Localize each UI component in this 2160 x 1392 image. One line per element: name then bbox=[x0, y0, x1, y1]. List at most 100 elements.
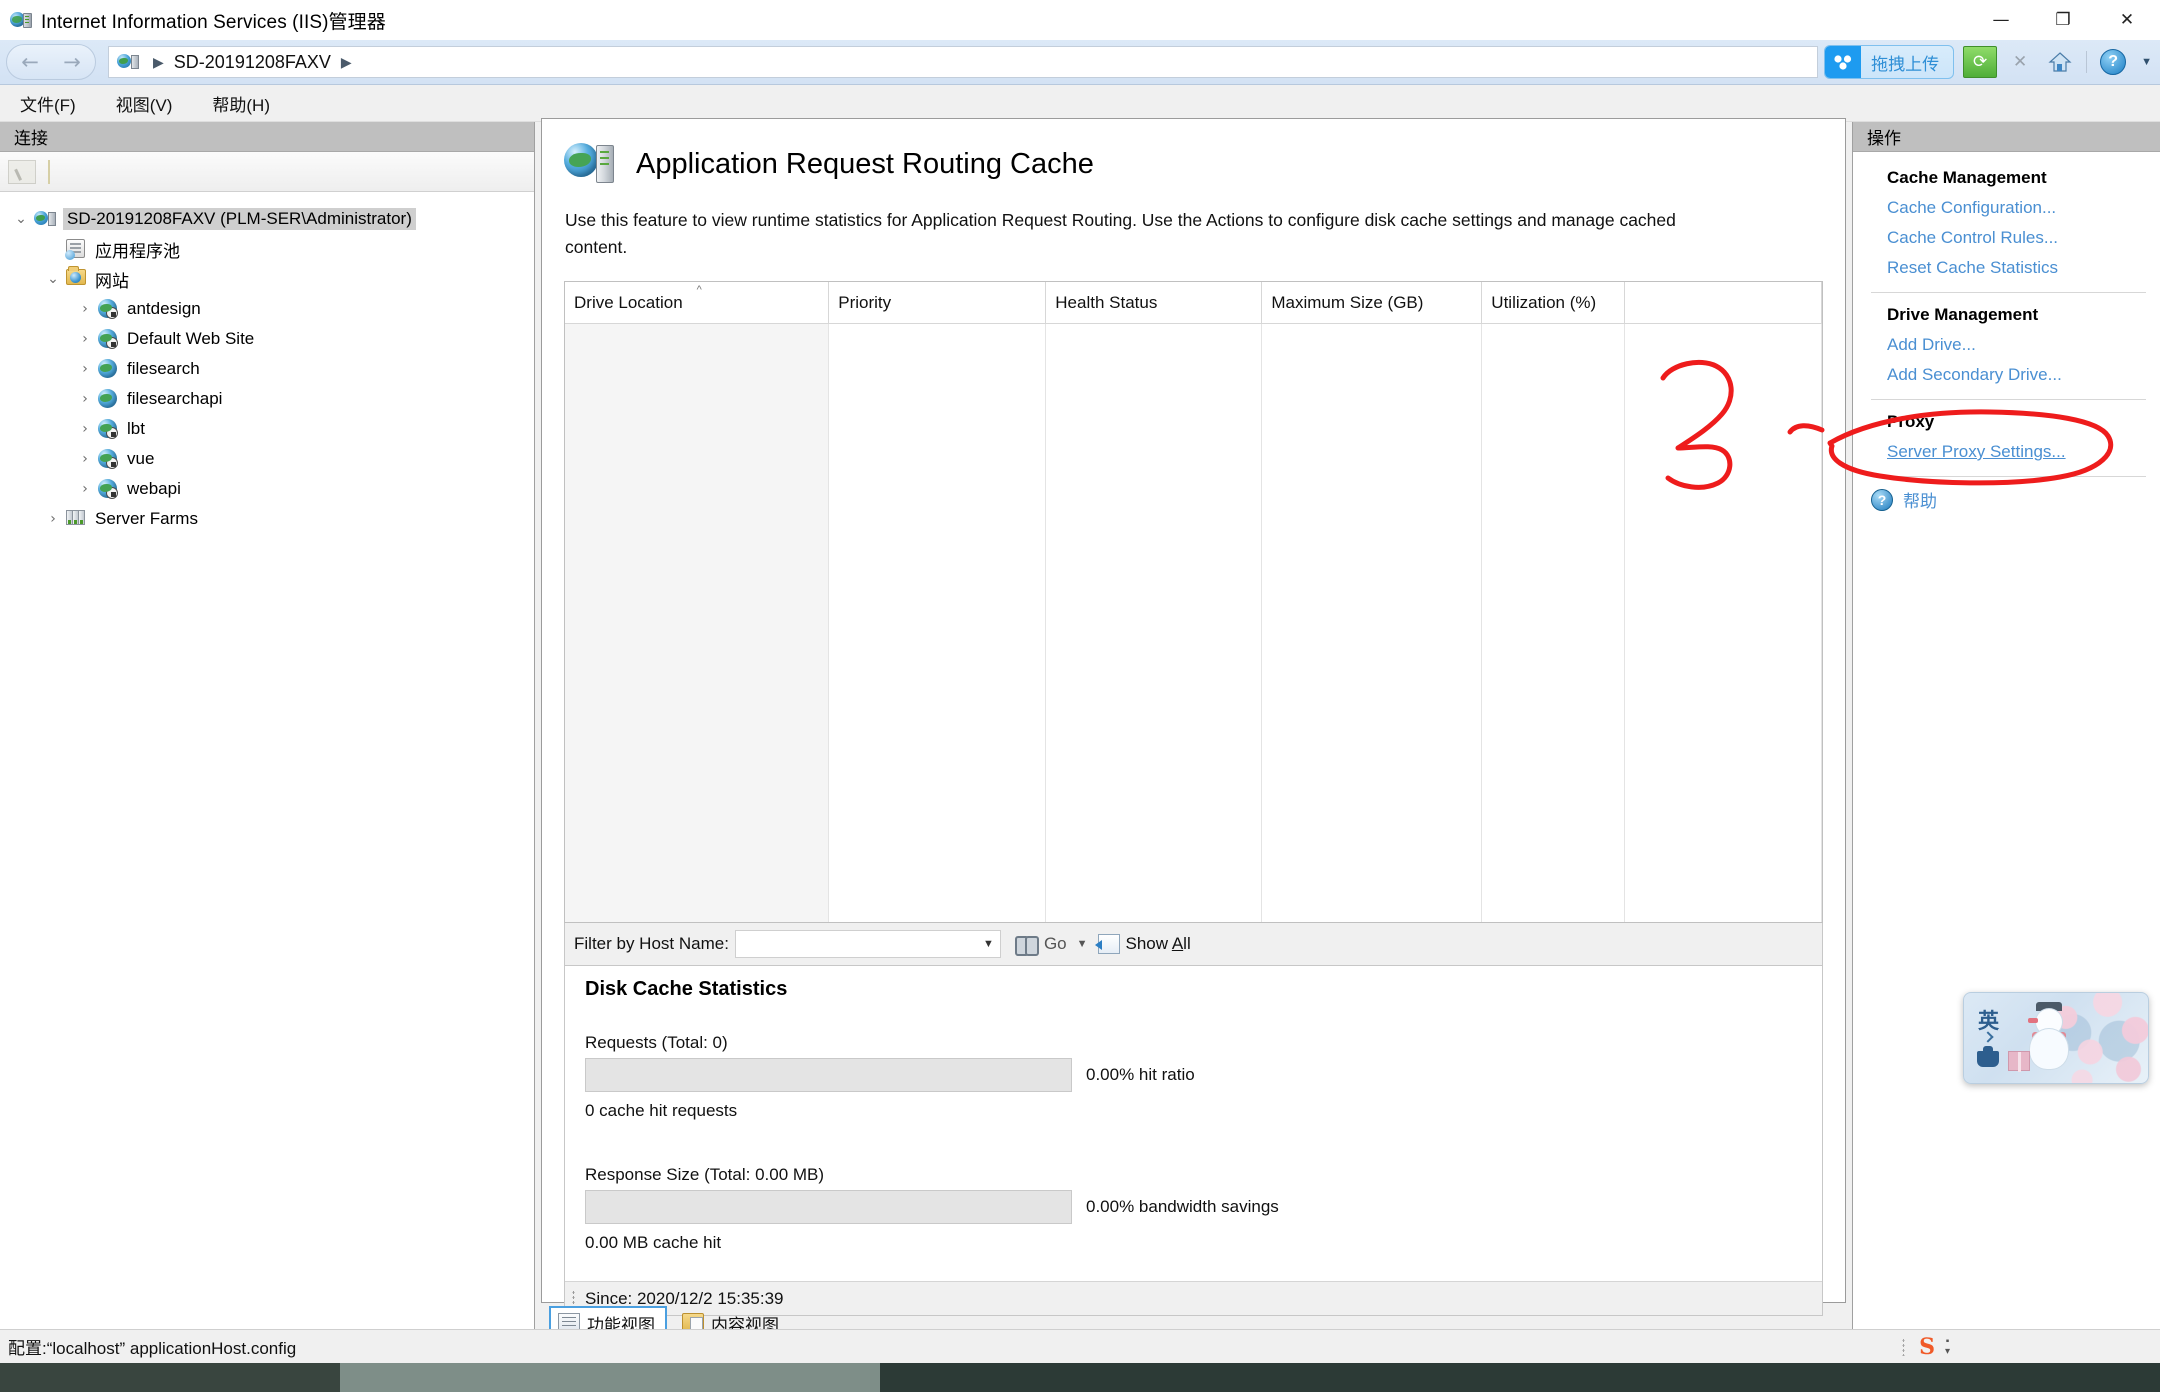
menu-item-file[interactable]: 文件(F) bbox=[20, 91, 76, 116]
menu-item-help[interactable]: 帮助(H) bbox=[212, 91, 270, 116]
response-progress-bar bbox=[585, 1190, 1072, 1225]
show-all-icon bbox=[1094, 934, 1120, 955]
connections-header: 连接 bbox=[0, 122, 534, 152]
server-farms-icon bbox=[66, 509, 88, 529]
close-icon[interactable]: ✕ bbox=[2094, 0, 2160, 40]
maximize-icon[interactable]: ❐ bbox=[2032, 0, 2094, 40]
action-help[interactable]: ? 帮助 bbox=[1853, 483, 2160, 512]
action-link-cache-configuration[interactable]: Cache Configuration... bbox=[1853, 193, 2160, 223]
tree-item-label: lbt bbox=[127, 419, 145, 438]
table-column bbox=[1482, 324, 1626, 923]
sogou-ime-icon[interactable]: S bbox=[1919, 1334, 1935, 1360]
tree-item-server[interactable]: › Server Farms bbox=[0, 504, 534, 534]
breadcrumb[interactable]: ▶ SD-20191208FAXV ▶ bbox=[108, 46, 1819, 78]
gift-box-icon bbox=[2008, 1051, 2030, 1072]
tree-item-label: SD-20191208FAXV (PLM-SER\Administrator) bbox=[63, 208, 416, 230]
cache-hit-size: 0.00 MB cache hit bbox=[585, 1233, 722, 1253]
filter-input[interactable]: ▼ bbox=[734, 930, 1001, 959]
breadcrumb-server[interactable]: SD-20191208FAXV bbox=[174, 52, 331, 73]
ime-mode-label[interactable]: 英 bbox=[1978, 1005, 1999, 1035]
status-tray: S ▪ ▾ bbox=[1902, 1330, 1950, 1364]
tray-grip-icon bbox=[1902, 1338, 1906, 1356]
help-icon[interactable]: ? bbox=[2096, 46, 2130, 78]
chevron-down-icon[interactable]: ▼ bbox=[2141, 56, 2152, 68]
connect-to-server-icon[interactable] bbox=[8, 159, 36, 184]
action-link-add-drive[interactable]: Add Drive... bbox=[1853, 330, 2160, 360]
column-header-utilization[interactable]: Utilization (%) bbox=[1482, 282, 1626, 324]
expand-icon[interactable]: › bbox=[72, 391, 98, 407]
expand-icon[interactable]: › bbox=[72, 451, 98, 467]
column-header-maximum-size-gb[interactable]: Maximum Size (GB) bbox=[1262, 282, 1483, 324]
status-text: 配置:“localhost” applicationHost.config bbox=[8, 1339, 297, 1358]
page-header: Application Request Routing Cache bbox=[542, 119, 1845, 187]
actions-header: 操作 bbox=[1853, 122, 2160, 152]
tree-item-sd20191208faxv[interactable]: ⌄ SD-20191208FAXV (PLM-SER\Administrator) bbox=[0, 204, 534, 234]
tree-item-label: Default Web Site bbox=[127, 329, 255, 348]
column-header-blank[interactable] bbox=[1625, 282, 1823, 324]
iis-server-icon bbox=[10, 9, 32, 31]
taskbar bbox=[0, 1363, 2160, 1392]
tree-item-vue[interactable]: › vue bbox=[0, 444, 534, 474]
server-icon bbox=[34, 209, 56, 229]
actions-list[interactable]: Cache Management Cache Configuration... Ca… bbox=[1853, 152, 2160, 512]
action-link-reset-cache-statistics[interactable]: Reset Cache Statistics bbox=[1853, 253, 2160, 283]
column-header-drive-location[interactable]: Drive Location ^ bbox=[565, 282, 830, 324]
drag-upload-button[interactable]: 拖拽上传 bbox=[1824, 45, 1955, 79]
tree-item-label: 网站 bbox=[95, 271, 129, 291]
tray-expand-icon[interactable]: ▪ ▾ bbox=[1945, 1337, 1950, 1357]
show-all-button[interactable]: Show All bbox=[1126, 934, 1191, 954]
address-bar: ← → ▶ SD-20191208FAXV ▶ 拖拽上传 ⟳ ✕ ? ▼ bbox=[0, 40, 2160, 85]
action-link-cache-control-rules[interactable]: Cache Control Rules... bbox=[1853, 223, 2160, 253]
expand-collapse-icon[interactable]: ⌄ bbox=[40, 271, 66, 287]
actions-divider bbox=[1871, 292, 2146, 293]
statistics-title: Disk Cache Statistics bbox=[585, 978, 788, 1001]
server-icon bbox=[117, 52, 139, 72]
back-arrow-icon[interactable]: ← bbox=[9, 45, 51, 79]
actions-divider bbox=[1871, 476, 2146, 477]
expand-icon[interactable]: › bbox=[72, 331, 98, 347]
column-header-label: Drive Location bbox=[574, 292, 683, 312]
cache-drives-table[interactable]: Drive Location ^ Priority Health Status Maxi… bbox=[564, 281, 1823, 924]
stop-icon[interactable]: ✕ bbox=[2003, 46, 2037, 78]
action-link-add-secondary-drive[interactable]: Add Secondary Drive... bbox=[1853, 360, 2160, 390]
tree-item-webapi[interactable]: › webapi bbox=[0, 474, 534, 504]
expand-icon[interactable]: › bbox=[72, 421, 98, 437]
chevron-down-icon[interactable]: ▼ bbox=[983, 938, 994, 950]
app-pools-icon bbox=[65, 239, 88, 260]
expand-icon[interactable]: › bbox=[72, 301, 98, 317]
tree-item-filesearchapi[interactable]: › filesearchapi bbox=[0, 384, 534, 414]
sites-folder-icon bbox=[66, 266, 88, 289]
refresh-icon[interactable]: ⟳ bbox=[1963, 46, 1998, 78]
expand-icon[interactable]: › bbox=[72, 361, 98, 377]
menu-item-view[interactable]: 视图(V) bbox=[116, 91, 173, 116]
action-link-server-proxy-settings[interactable]: Server Proxy Settings... bbox=[1853, 437, 2160, 467]
forward-arrow-icon[interactable]: → bbox=[51, 45, 93, 79]
column-header-health-status[interactable]: Health Status bbox=[1046, 282, 1263, 324]
tree-item-lbt[interactable]: › lbt bbox=[0, 414, 534, 444]
tree-item-default[interactable]: › Default Web Site bbox=[0, 324, 534, 354]
address-bar-tools: 拖拽上传 ⟳ ✕ ? ▼ bbox=[1824, 45, 2152, 79]
snowman-body-icon bbox=[2030, 1029, 2068, 1069]
tree-item-label: Server Farms bbox=[95, 509, 198, 528]
tree-item-应用程序池[interactable]: 应用程序池 bbox=[0, 234, 534, 264]
ime-language-bar[interactable]: 英 bbox=[1963, 992, 2149, 1084]
expand-collapse-icon[interactable]: ⌄ bbox=[8, 211, 34, 227]
column-header-priority[interactable]: Priority bbox=[829, 282, 1047, 324]
table-body[interactable] bbox=[565, 324, 1822, 923]
minimize-icon[interactable]: — bbox=[1970, 0, 2032, 40]
page-title: Application Request Routing Cache bbox=[636, 147, 1094, 180]
tree-item-label: webapi bbox=[127, 479, 181, 498]
tree-item-filesearch[interactable]: › filesearch bbox=[0, 354, 534, 384]
expand-icon[interactable]: › bbox=[40, 511, 66, 527]
home-icon[interactable] bbox=[2043, 46, 2077, 78]
snowman-nose-icon bbox=[2028, 1018, 2038, 1023]
tree-item-网站[interactable]: ⌄ 网站 bbox=[0, 264, 534, 294]
go-chevron-down-icon[interactable]: ▼ bbox=[1077, 938, 1088, 950]
ime-keyboard-icon[interactable] bbox=[1977, 1046, 1999, 1067]
go-button[interactable]: Go bbox=[1014, 934, 1067, 957]
actions-group-title-drive-management: Drive Management bbox=[1887, 305, 2039, 324]
application-icon bbox=[98, 299, 120, 319]
tree-item-antdesign[interactable]: › antdesign bbox=[0, 294, 534, 324]
expand-icon[interactable]: › bbox=[72, 481, 98, 497]
connections-tree[interactable]: ⌄ SD-20191208FAXV (PLM-SER\Administrator)… bbox=[0, 192, 534, 1344]
